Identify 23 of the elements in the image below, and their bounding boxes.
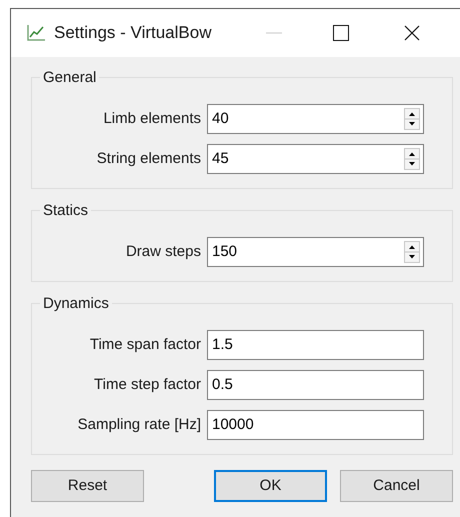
field-label: String elements: [96, 148, 202, 169]
spin-arrows-icon[interactable]: [404, 241, 420, 263]
field-label: Time step factor: [93, 374, 202, 395]
spin-arrows-icon[interactable]: [404, 108, 420, 130]
field-label: Sampling rate [Hz]: [76, 414, 202, 435]
spin-box[interactable]: 150: [207, 237, 424, 267]
field-label: Time span factor: [88, 334, 202, 355]
input-field[interactable]: 10000: [207, 410, 424, 440]
spin-box[interactable]: 40: [207, 104, 424, 134]
field-label: Limb elements: [102, 108, 202, 129]
spin-box[interactable]: 45: [207, 144, 424, 174]
input-field[interactable]: 0.5: [207, 370, 424, 400]
dialog-button[interactable]: Cancel: [340, 470, 453, 502]
field-label: Draw steps: [124, 242, 202, 262]
spin-arrows-icon[interactable]: [404, 148, 420, 170]
window-title: Settings - VirtualBow: [54, 22, 212, 44]
dialog-button[interactable]: OK: [214, 470, 327, 502]
chart-icon: [26, 24, 46, 42]
maximize-icon[interactable]: [333, 25, 350, 41]
group-title: Dynamics: [40, 294, 112, 314]
input-field[interactable]: 1.5: [207, 330, 424, 360]
close-icon[interactable]: [404, 25, 420, 41]
dialog-button[interactable]: Reset: [31, 470, 144, 502]
